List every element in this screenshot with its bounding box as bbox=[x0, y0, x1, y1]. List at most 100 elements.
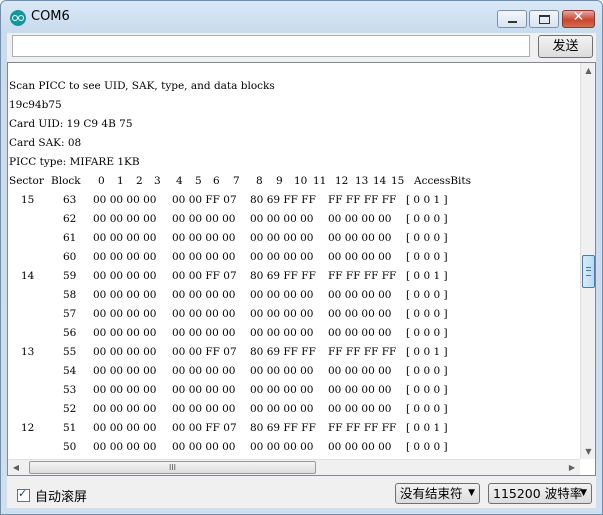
output-line: PICC type: MIFARE 1KB bbox=[9, 156, 140, 168]
cell-g3: 00 00 00 00 bbox=[250, 403, 314, 415]
cell-block: 56 bbox=[63, 327, 77, 339]
cell-block: 57 bbox=[63, 308, 77, 320]
column-header: 7 bbox=[233, 175, 240, 187]
minimize-button[interactable] bbox=[497, 10, 527, 28]
cell-g4: 00 00 00 00 bbox=[328, 289, 392, 301]
horizontal-scroll-thumb[interactable]: III bbox=[29, 461, 316, 474]
cell-access: [ 0 0 0 ] bbox=[406, 251, 448, 263]
baud-rate-select[interactable]: 115200 波特率 ▼ bbox=[488, 483, 592, 504]
cell-access: [ 0 0 1 ] bbox=[406, 346, 448, 358]
cell-g4: 00 00 00 00 bbox=[328, 251, 392, 263]
arrow-right-icon[interactable]: ▶ bbox=[564, 460, 580, 475]
cell-g2: 00 00 00 00 bbox=[172, 384, 236, 396]
cell-g4: 00 00 00 00 bbox=[328, 308, 392, 320]
cell-g1: 00 00 00 00 bbox=[93, 422, 157, 434]
window-title: COM6 bbox=[31, 9, 70, 24]
cell-block: 61 bbox=[63, 232, 77, 244]
arrow-down-icon[interactable]: ▼ bbox=[581, 444, 595, 459]
column-header: 12 bbox=[335, 175, 349, 187]
column-header: 2 bbox=[136, 175, 143, 187]
cell-g1: 00 00 00 00 bbox=[93, 346, 157, 358]
cell-block: 54 bbox=[63, 365, 77, 377]
cell-g2: 00 00 FF 07 bbox=[172, 346, 237, 358]
cell-access: [ 0 0 0 ] bbox=[406, 441, 448, 453]
cell-g1: 00 00 00 00 bbox=[93, 365, 157, 377]
cell-block: 55 bbox=[63, 346, 77, 358]
table-row: 53 00 00 00 00 00 00 00 00 00 00 00 00 00 00… bbox=[9, 381, 579, 400]
cell-block: 58 bbox=[63, 289, 77, 301]
cell-access: [ 0 0 0 ] bbox=[406, 232, 448, 244]
autoscroll-label: 自动滚屏 bbox=[35, 490, 88, 505]
line-ending-value: 没有结束符 bbox=[400, 486, 463, 501]
cell-g2: 00 00 00 00 bbox=[172, 289, 236, 301]
table-row: 58 00 00 00 00 00 00 00 00 00 00 00 00 00 00… bbox=[9, 286, 579, 305]
horizontal-scrollbar[interactable]: ◀ III ▶ bbox=[8, 459, 580, 475]
column-header: 6 bbox=[213, 175, 220, 187]
client-area: 发送 Scan PICC to see UID, SAK, type, and … bbox=[7, 33, 596, 508]
arrow-left-icon[interactable]: ◀ bbox=[8, 460, 24, 475]
arduino-icon bbox=[10, 10, 26, 26]
cell-access: [ 0 0 0 ] bbox=[406, 327, 448, 339]
column-header: Sector bbox=[9, 175, 44, 187]
cell-g2: 00 00 FF 07 bbox=[172, 270, 237, 282]
table-row: 12 51 00 00 00 00 00 00 FF 07 80 69 FF FF FF … bbox=[9, 419, 579, 438]
cell-sector: 15 bbox=[21, 194, 35, 206]
cell-g4: 00 00 00 00 bbox=[328, 232, 392, 244]
cell-g3: 80 69 FF FF bbox=[250, 422, 316, 434]
cell-g4: FF FF FF FF bbox=[328, 346, 397, 358]
cell-g2: 00 00 FF 07 bbox=[172, 422, 237, 434]
column-header: 3 bbox=[154, 175, 161, 187]
cell-g1: 00 00 00 00 bbox=[93, 289, 157, 301]
table-row: 61 00 00 00 00 00 00 00 00 00 00 00 00 00 00… bbox=[9, 229, 579, 248]
cell-g2: 00 00 00 00 bbox=[172, 308, 236, 320]
output-line: Scan PICC to see UID, SAK, type, and dat… bbox=[9, 80, 275, 92]
table-row: 57 00 00 00 00 00 00 00 00 00 00 00 00 00 00… bbox=[9, 305, 579, 324]
arrow-up-icon[interactable]: ▲ bbox=[581, 63, 595, 78]
cell-block: 63 bbox=[63, 194, 77, 206]
table-row: 56 00 00 00 00 00 00 00 00 00 00 00 00 00 00… bbox=[9, 324, 579, 343]
cell-g4: 00 00 00 00 bbox=[328, 365, 392, 377]
serial-output-area[interactable]: Scan PICC to see UID, SAK, type, and dat… bbox=[7, 62, 596, 476]
maximize-button[interactable] bbox=[529, 10, 559, 28]
cell-access: [ 0 0 0 ] bbox=[406, 403, 448, 415]
table-row: 54 00 00 00 00 00 00 00 00 00 00 00 00 00 00… bbox=[9, 362, 579, 381]
cell-g1: 00 00 00 00 bbox=[93, 384, 157, 396]
baud-rate-value: 115200 波特率 bbox=[493, 486, 583, 501]
cell-g3: 80 69 FF FF bbox=[250, 346, 316, 358]
cell-g3: 00 00 00 00 bbox=[250, 308, 314, 320]
column-header: 4 bbox=[176, 175, 183, 187]
vertical-scroll-thumb[interactable] bbox=[582, 255, 595, 288]
cell-block: 53 bbox=[63, 384, 77, 396]
cell-block: 62 bbox=[63, 213, 77, 225]
send-button[interactable]: 发送 bbox=[538, 35, 593, 58]
cell-g4: 00 00 00 00 bbox=[328, 327, 392, 339]
cell-g2: 00 00 00 00 bbox=[172, 251, 236, 263]
close-icon: ✕ bbox=[572, 9, 585, 25]
cell-g1: 00 00 00 00 bbox=[93, 232, 157, 244]
output-line: Card UID: 19 C9 4B 75 bbox=[9, 118, 133, 130]
cell-access: [ 0 0 1 ] bbox=[406, 422, 448, 434]
autoscroll-checkbox[interactable]: 自动滚屏 bbox=[17, 486, 87, 505]
vertical-scrollbar[interactable]: ▲ ▼ bbox=[580, 63, 595, 459]
cell-access: [ 0 0 0 ] bbox=[406, 213, 448, 225]
cell-g4: FF FF FF FF bbox=[328, 194, 397, 206]
cell-g3: 00 00 00 00 bbox=[250, 327, 314, 339]
serial-output-text: Scan PICC to see UID, SAK, type, and dat… bbox=[9, 77, 579, 457]
cell-g1: 00 00 00 00 bbox=[93, 441, 157, 453]
cell-access: [ 0 0 1 ] bbox=[406, 194, 448, 206]
cell-access: [ 0 0 0 ] bbox=[406, 365, 448, 377]
serial-monitor-window: COM6 ✕ 发送 Scan PICC to see UID, SAK, typ… bbox=[0, 0, 603, 515]
send-input[interactable] bbox=[12, 35, 530, 57]
checkbox-icon[interactable] bbox=[17, 487, 30, 502]
table-row: 60 00 00 00 00 00 00 00 00 00 00 00 00 00 00… bbox=[9, 248, 579, 267]
close-button[interactable]: ✕ bbox=[562, 9, 595, 28]
table-row: 13 55 00 00 00 00 00 00 FF 07 80 69 FF FF FF … bbox=[9, 343, 579, 362]
line-ending-select[interactable]: 没有结束符 ▼ bbox=[395, 483, 480, 504]
cell-g4: 00 00 00 00 bbox=[328, 384, 392, 396]
cell-g2: 00 00 00 00 bbox=[172, 365, 236, 377]
cell-sector: 14 bbox=[21, 270, 35, 282]
cell-g3: 00 00 00 00 bbox=[250, 213, 314, 225]
title-bar[interactable]: COM6 ✕ bbox=[1, 1, 602, 33]
cell-g1: 00 00 00 00 bbox=[93, 251, 157, 263]
cell-sector: 13 bbox=[21, 346, 35, 358]
